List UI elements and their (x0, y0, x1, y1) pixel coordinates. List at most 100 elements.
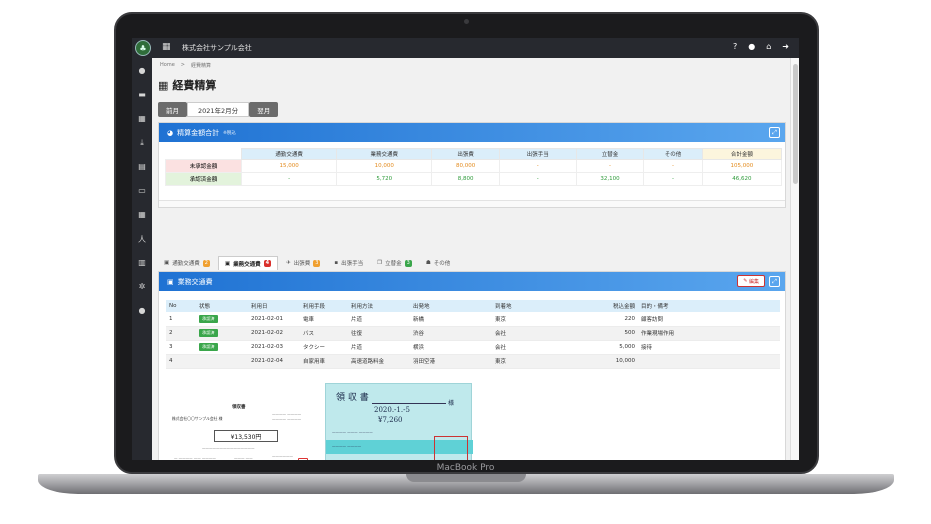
expand-icon[interactable]: ⤢ (769, 127, 780, 138)
receipt2-amount: ¥7,260 (378, 416, 403, 424)
cell: - (498, 159, 577, 173)
cell: 東京 (492, 312, 572, 327)
edit-icon: ✎ (743, 278, 748, 284)
car-icon[interactable]: ▬ (132, 90, 152, 99)
apps-grid-icon[interactable]: ▦ (162, 42, 171, 52)
cell: 2021-02-03 (248, 340, 300, 355)
receipt-title: 領収書 (232, 405, 246, 410)
summary-title: 精算金額合計 (177, 128, 220, 137)
walk-icon[interactable]: 人 (132, 234, 152, 245)
cell: 自家用車 (300, 354, 348, 369)
cell: 2021-02-02 (248, 326, 300, 341)
tab-commute[interactable]: ▣ 通勤交通費 2 (158, 256, 216, 270)
top-bar: ♣ ▦ 株式会社サンプル会社 ? ● ⌂ ➜ (132, 38, 799, 58)
cell: 500 (572, 326, 638, 341)
lock-icon: ▪ (334, 260, 339, 266)
sidebar: ● ▬ ▦ ⤓ ▤ ▭ ▦ 人 ▥ ✲ ● (132, 58, 152, 460)
tab-other[interactable]: ☗ その他 (419, 256, 457, 270)
col-header: 税込金額 (572, 300, 638, 312)
cell: 往復 (348, 326, 410, 341)
train-icon: ▣ (167, 277, 174, 286)
table-row[interactable]: 3 承認済 2021-02-03 タクシー 片道 横浜 会社 5,000 接待 (166, 340, 780, 355)
cell: 接待 (638, 340, 780, 355)
col-header: 通勤交通費 (240, 148, 338, 160)
cell: 作業現場作用 (638, 326, 780, 341)
tab-trip[interactable]: ✈ 出張費 3 (280, 256, 327, 270)
receipt2-suffix: 様 (448, 400, 455, 407)
settings-icon[interactable]: ✲ (132, 282, 152, 291)
receipt-image-2[interactable]: 領 収 書 様 2020.-1.-5 ¥7,260 ———— ——— ———— … (325, 383, 473, 460)
cell: - (240, 172, 338, 186)
col-header: 合計金額 (701, 148, 783, 160)
expand-icon[interactable]: ⤢ (769, 276, 780, 287)
logout-icon[interactable]: ➜ (782, 42, 789, 51)
chat-icon[interactable]: ● (748, 42, 755, 51)
user-icon[interactable]: ● (132, 66, 152, 75)
help-icon[interactable]: ? (733, 42, 737, 51)
cell: 46,620 (701, 172, 783, 186)
count-badge: 3 (404, 259, 412, 267)
top-icons: ? ● ⌂ ➜ (733, 42, 789, 51)
cell: バス (300, 326, 348, 341)
cell: 東京 (492, 354, 572, 369)
col-header: その他 (643, 148, 703, 160)
next-month-button[interactable]: 翌月 (249, 102, 279, 117)
cell: 2021-02-04 (248, 354, 300, 369)
camera (464, 19, 469, 24)
cell: - (575, 159, 645, 173)
row-label: 承認済金額 (165, 172, 242, 186)
edit-button[interactable]: ✎ 編集 (737, 275, 765, 287)
copy-icon: ❐ (377, 260, 383, 266)
receipt-image-1[interactable]: 領収書 株式会社〇〇サンプル会社 様 ———— ———— ———— ———— ¥… (172, 404, 315, 460)
table-row[interactable]: 1 承認済 2021-02-01 電車 片道 新橋 東京 220 顧客訪問 (166, 312, 780, 327)
cell: 新橋 (410, 312, 492, 327)
truck-icon[interactable]: ▭ (132, 186, 152, 195)
cell: 8,800 (431, 172, 500, 186)
col-header: 利用方法 (348, 300, 410, 312)
status-badge: 承認済 (199, 314, 218, 323)
col-header: 出発地 (410, 300, 492, 312)
document-icon[interactable]: ▤ (132, 162, 152, 171)
count-badge: 2 (202, 259, 210, 267)
home-icon[interactable]: ⌂ (766, 42, 771, 51)
calendar-icon[interactable]: ▥ (132, 258, 152, 267)
col-header: 利用日 (248, 300, 300, 312)
cell: 1 (166, 312, 196, 327)
tab-trip-allowance[interactable]: ▪ 出張手当 (328, 256, 370, 270)
company-name: 株式会社サンプル会社 (182, 44, 252, 52)
station-stamp (434, 436, 468, 460)
table-icon[interactable]: ▦ (132, 210, 152, 219)
col-header: 状態 (196, 300, 248, 312)
scrollbar[interactable] (790, 58, 799, 460)
col-header: No (166, 300, 196, 312)
receipt2-date: 2020.-1.-5 (374, 406, 410, 414)
tab-advance[interactable]: ❐ 立替金 3 (371, 256, 418, 270)
cell: 10,000 (572, 354, 638, 369)
seal-stamp (298, 458, 308, 460)
cell: 2021-02-01 (248, 312, 300, 327)
detail-title: 業務交通費 (177, 277, 213, 286)
col-header: 出張手当 (498, 148, 577, 160)
count-badge: 3 (313, 259, 321, 267)
cell (196, 354, 248, 369)
download-icon[interactable]: ⤓ (132, 138, 152, 148)
device-brand: MacBook Pro (436, 463, 495, 473)
prev-month-button[interactable]: 前月 (158, 102, 187, 117)
train-icon: ▣ (224, 260, 231, 267)
receipt-to: 株式会社〇〇サンプル会社 様 (172, 416, 223, 421)
receipt2-title: 領 収 書 (336, 393, 369, 403)
calculator-icon: ▦ (158, 78, 169, 92)
calculator-icon[interactable]: ▦ (132, 114, 152, 123)
user-settings-icon[interactable]: ● (132, 306, 152, 315)
company-logo[interactable]: ♣ (135, 40, 151, 56)
cell: 5,000 (572, 340, 638, 355)
main-content: Home > 経費精算 ▦ 経費精算 前月 2021年2月分 翌月 ◕ 精算金額… (152, 58, 790, 460)
cell: - (643, 159, 703, 173)
cell: 会社 (492, 340, 572, 355)
table-row[interactable]: 2 承認済 2021-02-02 バス 往復 渋谷 会社 500 作業現場作用 (166, 326, 780, 341)
table-row[interactable]: 4 2021-02-04 自家用車 高速道路料金 羽田空港 東京 10,000 (166, 354, 780, 369)
cell: - (498, 172, 577, 186)
breadcrumb-home[interactable]: Home (160, 62, 175, 69)
cell: 承認済 (196, 340, 248, 355)
tab-business-transport[interactable]: ▣ 業務交通費 4 (217, 256, 279, 270)
